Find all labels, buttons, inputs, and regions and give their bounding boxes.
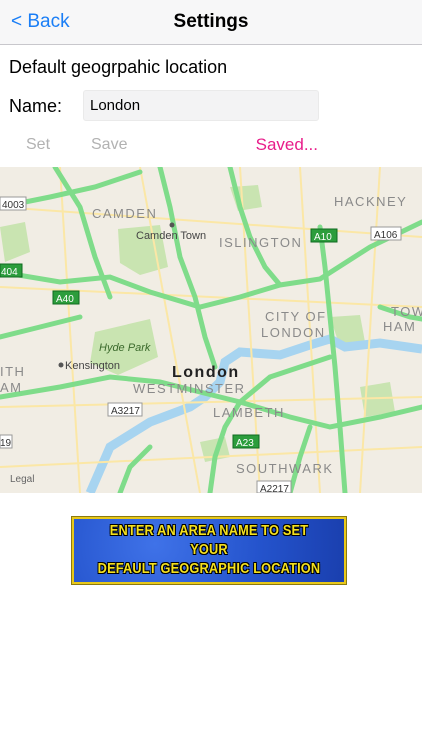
svg-text:404: 404 xyxy=(1,267,18,278)
name-label: Name: xyxy=(9,96,63,116)
road-shield: A2217 xyxy=(256,480,292,493)
map-area-label: HAM xyxy=(383,319,416,334)
map-area-label: LAMBETH xyxy=(213,405,285,420)
map-area-label: CITY OF xyxy=(265,309,327,324)
map-area-label: ISLINGTON xyxy=(219,235,302,250)
map-area-label: LONDON xyxy=(261,325,326,340)
map-view[interactable]: 4003 A10 A106 404 A40 A3217 A23 A2217 19… xyxy=(0,167,422,493)
road-shield: 4003 xyxy=(0,196,27,211)
banner-line-1: ENTER AN AREA NAME TO SET YOUR xyxy=(109,523,309,558)
road-shield: A3217 xyxy=(107,402,143,417)
instruction-banner: ENTER AN AREA NAME TO SET YOUR DEFAULT G… xyxy=(72,517,346,584)
name-input[interactable] xyxy=(83,90,319,121)
svg-text:A106: A106 xyxy=(374,230,398,241)
save-button[interactable]: Save xyxy=(91,136,127,154)
road-shield: A40 xyxy=(52,290,80,305)
svg-text:A3217: A3217 xyxy=(111,406,140,417)
map-place-label: Camden Town xyxy=(136,230,206,242)
banner-line-2: DEFAULT GEOGRAPHIC LOCATION xyxy=(97,561,321,577)
road-shield: A106 xyxy=(370,226,402,241)
road-shield: A23 xyxy=(232,434,260,449)
svg-text:4003: 4003 xyxy=(2,200,25,211)
nav-bar: < Back Settings xyxy=(0,0,422,45)
map-area-label: TOW xyxy=(391,304,422,319)
road-shield: 19 xyxy=(0,434,13,449)
section-label: Default geogrpahic location xyxy=(9,57,228,77)
svg-text:A40: A40 xyxy=(56,294,74,305)
road-shield: 404 xyxy=(0,263,23,278)
map-legal-link[interactable]: Legal xyxy=(10,474,34,485)
map-area-label: CAMDEN xyxy=(92,206,157,221)
svg-text:A23: A23 xyxy=(236,438,254,449)
status-text: Saved... xyxy=(255,135,318,154)
map-area-label: SOUTHWARK xyxy=(236,461,334,476)
set-button[interactable]: Set xyxy=(26,136,50,154)
svg-text:A10: A10 xyxy=(314,232,332,243)
map-area-label: AM xyxy=(0,380,23,395)
map-place-label: Hyde Park xyxy=(99,342,151,354)
map-place-label: Kensington xyxy=(65,360,120,372)
map-area-label: ITH xyxy=(0,364,25,379)
map-area-label: HACKNEY xyxy=(334,194,407,209)
svg-text:19: 19 xyxy=(0,438,12,449)
road-shield: A10 xyxy=(310,228,338,243)
svg-text:A2217: A2217 xyxy=(260,484,289,493)
page-title: Settings xyxy=(173,11,249,32)
map-city-label: London xyxy=(172,364,240,381)
map-area-label: WESTMINSTER xyxy=(133,381,246,396)
